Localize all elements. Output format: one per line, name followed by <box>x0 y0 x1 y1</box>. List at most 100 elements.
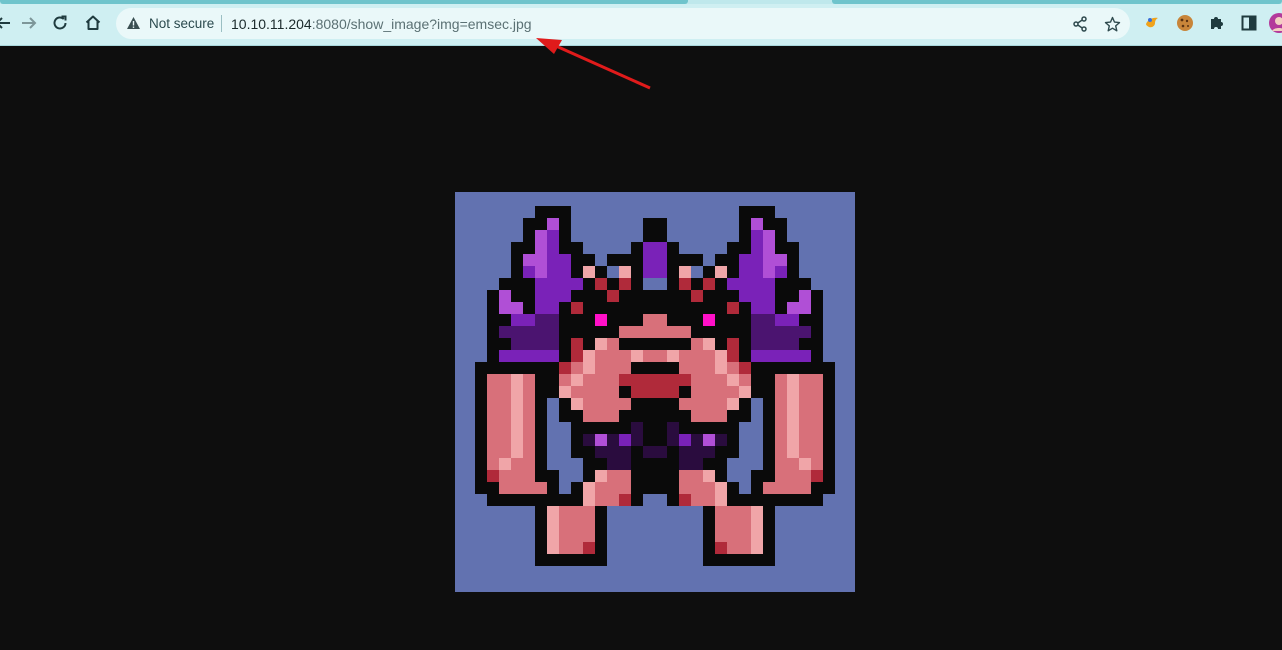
profile-avatar[interactable] <box>1269 13 1282 33</box>
url-text[interactable]: 10.10.11.204:8080/show_image?img=emsec.j… <box>231 16 532 32</box>
forward-arrow-icon[interactable] <box>16 10 42 36</box>
sprite-pixel <box>619 374 631 386</box>
cookie-icon[interactable] <box>1175 13 1195 33</box>
sprite-pixel <box>475 374 487 386</box>
sprite-pixel <box>547 482 559 494</box>
sprite-pixel <box>751 242 763 254</box>
sprite-pixel <box>823 374 835 386</box>
sprite-pixel <box>787 386 799 398</box>
sprite-pixel <box>595 470 607 482</box>
sprite-pixel <box>559 206 571 218</box>
sprite-pixel <box>547 350 559 362</box>
sprite-pixel <box>607 254 619 266</box>
sprite-pixel <box>571 518 583 530</box>
sprite-pixel <box>739 230 751 242</box>
sprite-pixel <box>811 422 823 434</box>
sprite-pixel <box>715 434 727 446</box>
sprite-pixel <box>631 470 643 482</box>
sprite-pixel <box>547 326 559 338</box>
sprite-pixel <box>595 314 607 326</box>
sprite-pixel <box>715 398 727 410</box>
puzzle-icon[interactable] <box>1207 13 1227 33</box>
sprite-pixel <box>571 446 583 458</box>
sprite-pixel <box>535 410 547 422</box>
home-icon[interactable] <box>80 10 106 36</box>
reload-icon[interactable] <box>47 10 73 36</box>
sprite-pixel <box>763 410 775 422</box>
sprite-pixel <box>655 266 667 278</box>
sprite-pixel <box>547 278 559 290</box>
sprite-pixel <box>739 206 751 218</box>
sprite-pixel <box>739 506 751 518</box>
sprite-pixel <box>619 290 631 302</box>
sprite-pixel <box>763 422 775 434</box>
sprite-pixel <box>727 494 739 506</box>
sprite-pixel <box>535 266 547 278</box>
sprite-pixel <box>643 314 655 326</box>
sprite-pixel <box>535 278 547 290</box>
sprite-pixel <box>667 446 679 458</box>
sprite-pixel <box>535 506 547 518</box>
sprite-pixel <box>739 398 751 410</box>
sprite-pixel <box>799 290 811 302</box>
sprite-pixel <box>523 374 535 386</box>
sprite-pixel <box>499 302 511 314</box>
sprite-pixel <box>787 422 799 434</box>
sprite-pixel <box>775 254 787 266</box>
sprite-pixel <box>775 218 787 230</box>
extension-icon-orange[interactable] <box>1142 13 1162 33</box>
security-label[interactable]: Not secure <box>149 16 214 31</box>
sprite-pixel <box>715 446 727 458</box>
sprite-pixel <box>775 302 787 314</box>
sprite-pixel <box>547 542 559 554</box>
sprite-pixel <box>511 470 523 482</box>
sprite-pixel <box>811 494 823 506</box>
sprite-pixel <box>547 530 559 542</box>
share-icon[interactable] <box>1071 15 1089 33</box>
sprite-pixel <box>799 482 811 494</box>
sprite-pixel <box>751 350 763 362</box>
sprite-pixel <box>583 506 595 518</box>
side-panel-icon[interactable] <box>1239 13 1259 33</box>
sprite-pixel <box>775 470 787 482</box>
sprite-pixel <box>655 434 667 446</box>
sprite-pixel <box>547 242 559 254</box>
sprite-pixel <box>547 362 559 374</box>
sprite-pixel <box>583 326 595 338</box>
sprite-pixel <box>691 434 703 446</box>
sprite-pixel <box>763 458 775 470</box>
sprite-pixel <box>535 482 547 494</box>
sprite-pixel <box>571 482 583 494</box>
tab-active[interactable] <box>0 0 688 4</box>
sprite-pixel <box>679 266 691 278</box>
tab-other[interactable] <box>832 0 1282 4</box>
sprite-pixel <box>499 326 511 338</box>
warning-triangle-icon[interactable] <box>126 16 141 35</box>
sprite-pixel <box>487 338 499 350</box>
sprite-pixel <box>763 554 775 566</box>
sprite-pixel <box>751 374 763 386</box>
sprite-pixel <box>787 242 799 254</box>
sprite-pixel <box>775 386 787 398</box>
sprite-pixel <box>559 350 571 362</box>
sprite-pixel <box>487 386 499 398</box>
sprite-pixel <box>667 458 679 470</box>
sprite-pixel <box>511 242 523 254</box>
back-arrow-icon[interactable] <box>0 10 16 36</box>
sprite-pixel <box>823 482 835 494</box>
sprite-pixel <box>535 290 547 302</box>
address-bar[interactable]: Not secure 10.10.11.204:8080/show_image?… <box>116 8 1130 39</box>
sprite-pixel <box>703 266 715 278</box>
sprite-pixel <box>583 530 595 542</box>
sprite-pixel <box>619 410 631 422</box>
star-icon[interactable] <box>1103 15 1121 33</box>
sprite-pixel <box>619 350 631 362</box>
sprite-pixel <box>619 494 631 506</box>
sprite-pixel <box>583 410 595 422</box>
sprite-pixel <box>763 494 775 506</box>
sprite-pixel <box>499 350 511 362</box>
sprite-pixel <box>715 506 727 518</box>
sprite-pixel <box>583 458 595 470</box>
sprite-pixel <box>667 470 679 482</box>
sprite-pixel <box>499 290 511 302</box>
